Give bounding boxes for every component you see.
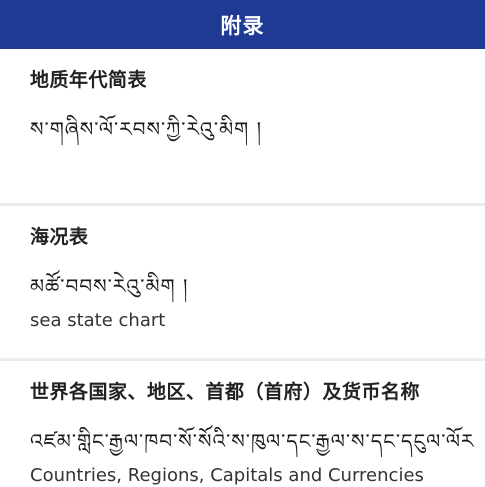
list-item-geologic-time[interactable]: 地质年代简表 ས་གཞིས་ལོ་རབས་ཀྱི་རེའུ་མིག །: [0, 49, 485, 203]
list-item-countries[interactable]: 世界各国家、地区、首都（首府）及货币名称 འཛམ་གླིང་རྒྱལ་ཁབ་སོ…: [0, 361, 485, 487]
entry-title-bo: ས་གཞིས་ལོ་རབས་ཀྱི་རེའུ་མིག །: [30, 117, 263, 141]
entry-title-en: Countries, Regions, Capitals and Currenc…: [30, 465, 424, 486]
entry-title-zh: 地质年代简表: [30, 69, 148, 91]
page-title: 附录: [220, 13, 265, 38]
entry-title-zh: 海况表: [30, 226, 89, 248]
entry-title-zh: 世界各国家、地区、首都（首府）及货币名称: [30, 381, 421, 403]
entry-title-en: sea state chart: [30, 310, 166, 331]
header-bar: 附录: [0, 0, 485, 49]
list-item-sea-state[interactable]: 海况表 མཚོ་བབས་རེའུ་མིག ། sea state chart: [0, 206, 485, 358]
